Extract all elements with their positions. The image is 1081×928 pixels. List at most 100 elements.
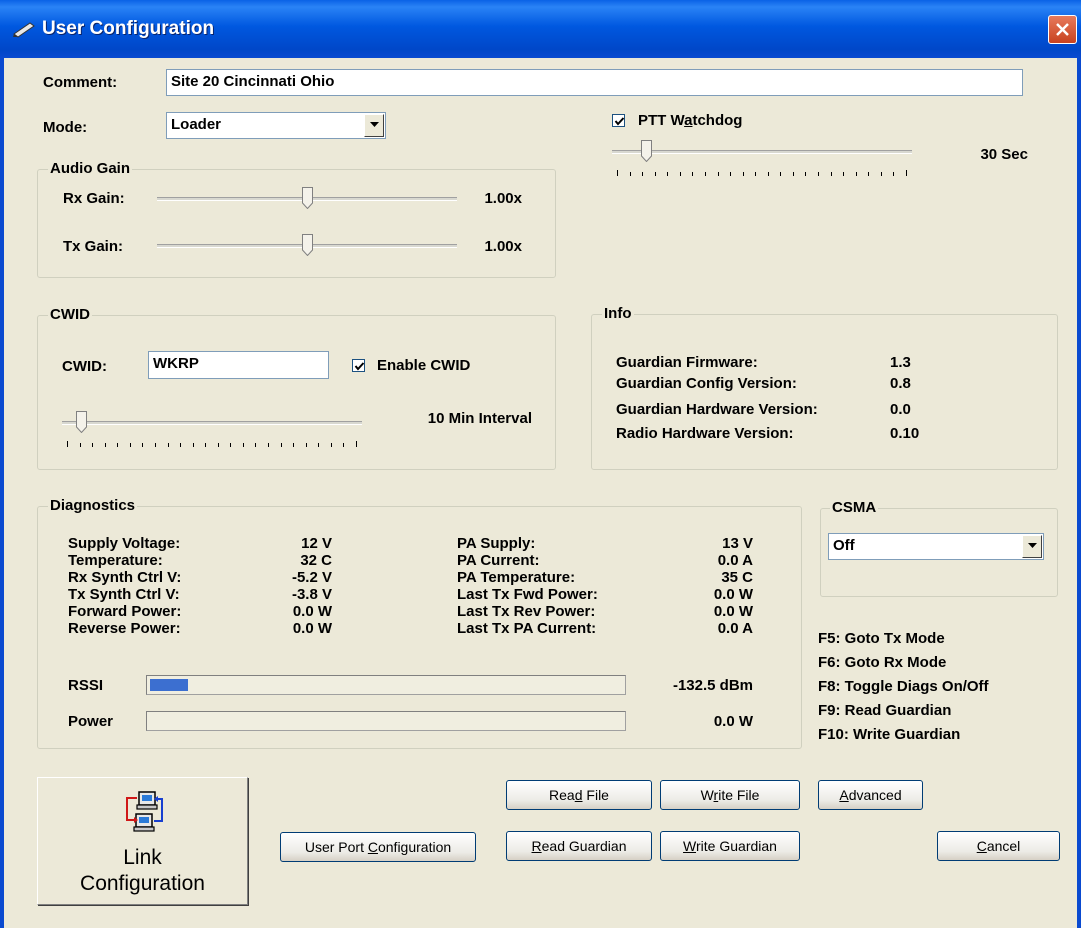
window-title: User Configuration bbox=[42, 18, 215, 39]
diag-value: 0.0 W bbox=[292, 620, 332, 637]
user-port-configuration-button[interactable]: User Port Configuration bbox=[280, 832, 476, 862]
info-title: Info bbox=[602, 305, 634, 322]
diag-value: 13 V bbox=[722, 535, 753, 552]
info-label: Radio Hardware Version: bbox=[616, 425, 794, 442]
diag-value: 32 C bbox=[300, 552, 332, 569]
cwid-interval-track bbox=[62, 421, 362, 425]
diag-value: 0.0 W bbox=[713, 586, 753, 603]
accelerator-key: r bbox=[713, 787, 719, 803]
close-icon bbox=[1056, 23, 1069, 36]
chevron-down-icon bbox=[370, 122, 379, 127]
window-frame-right bbox=[1077, 58, 1081, 928]
hotkey-hint: F10: Write Guardian bbox=[818, 726, 961, 743]
audio-gain-title: Audio Gain bbox=[48, 160, 132, 177]
diag-label: Reverse Power: bbox=[68, 620, 181, 637]
title-bar[interactable]: User Configuration bbox=[0, 0, 1081, 58]
link-button-label-line2: Configuration bbox=[80, 872, 205, 895]
cwid-interval-value: 10 Min Interval bbox=[427, 410, 532, 427]
diag-label: Forward Power: bbox=[68, 603, 182, 620]
rx-gain-value: 1.00x bbox=[484, 190, 522, 207]
diag-value: 0.0 W bbox=[292, 603, 332, 620]
hotkey-hint: F6: Goto Rx Mode bbox=[818, 654, 947, 671]
diag-label: Temperature: bbox=[68, 552, 163, 569]
hotkey-hint: F8: Toggle Diags On/Off bbox=[818, 678, 989, 695]
ptt-watchdog-checkbox[interactable] bbox=[612, 114, 625, 127]
link-button-label-line1: Link bbox=[123, 846, 162, 869]
info-label: Guardian Config Version: bbox=[616, 375, 797, 392]
info-value: 0.10 bbox=[890, 425, 920, 442]
diag-label: Supply Voltage: bbox=[68, 535, 181, 552]
diag-value: -5.2 V bbox=[291, 569, 332, 586]
pencil-icon bbox=[12, 20, 36, 38]
info-label: Guardian Firmware: bbox=[616, 354, 758, 371]
diag-label: PA Supply: bbox=[457, 535, 536, 552]
csma-select[interactable]: Off bbox=[828, 533, 1044, 560]
rssi-label: RSSI bbox=[68, 677, 104, 694]
ptt-watchdog-slider-thumb[interactable] bbox=[640, 140, 652, 163]
csma-select-value: Off bbox=[833, 537, 855, 554]
tx-gain-slider-thumb[interactable] bbox=[301, 234, 313, 257]
diag-value: -3.8 V bbox=[291, 586, 332, 603]
rx-gain-slider-thumb[interactable] bbox=[301, 187, 313, 210]
network-computers-icon bbox=[126, 791, 163, 832]
power-bar bbox=[146, 711, 626, 731]
diag-value: 12 V bbox=[301, 535, 332, 552]
diag-label: Tx Synth Ctrl V: bbox=[68, 586, 180, 603]
advanced-button[interactable]: Advanced bbox=[818, 780, 923, 810]
info-value: 0.0 bbox=[890, 401, 911, 418]
write-file-button[interactable]: Write File bbox=[660, 780, 800, 810]
mode-select-value: Loader bbox=[171, 116, 222, 133]
cwid-interval-ticks bbox=[67, 441, 357, 447]
mode-dropdown-button[interactable] bbox=[364, 114, 384, 137]
checkmark-icon bbox=[614, 117, 625, 126]
accelerator-key: R bbox=[531, 838, 542, 854]
cwid-title: CWID bbox=[48, 306, 92, 323]
cwid-interval-slider-thumb[interactable] bbox=[76, 411, 88, 434]
link-configuration-button[interactable]: Link Configuration bbox=[37, 777, 248, 905]
info-label: Guardian Hardware Version: bbox=[616, 401, 818, 418]
checkmark-icon bbox=[354, 362, 365, 371]
cwid-field[interactable]: WKRP bbox=[148, 351, 329, 379]
write-guardian-button[interactable]: Write Guardian bbox=[660, 831, 800, 861]
diag-label: Last Tx Rev Power: bbox=[457, 603, 596, 620]
cancel-button[interactable]: Cancel bbox=[937, 831, 1060, 861]
accelerator-key: d bbox=[574, 787, 583, 803]
csma-title: CSMA bbox=[830, 499, 879, 516]
read-guardian-button[interactable]: Read Guardian bbox=[506, 831, 652, 861]
accelerator-key: A bbox=[839, 787, 849, 803]
accelerator-key: C bbox=[976, 838, 987, 854]
enable-cwid-checkbox[interactable] bbox=[352, 359, 365, 372]
comment-field[interactable]: Site 20 Cincinnati Ohio bbox=[166, 69, 1023, 96]
hotkey-hint: F5: Goto Tx Mode bbox=[818, 630, 945, 647]
chevron-down-icon bbox=[1028, 543, 1037, 548]
rx-gain-label: Rx Gain: bbox=[63, 190, 125, 207]
close-button[interactable] bbox=[1048, 15, 1077, 44]
read-file-button[interactable]: Read File bbox=[506, 780, 652, 810]
comment-label: Comment: bbox=[43, 74, 118, 91]
user-configuration-window: User Configuration Comment: Site 20 Cinc… bbox=[0, 0, 1081, 928]
window-frame-left bbox=[0, 58, 4, 928]
diag-value: 0.0 W bbox=[713, 603, 753, 620]
diag-label: PA Temperature: bbox=[457, 569, 576, 586]
diag-value: 0.0 A bbox=[717, 620, 753, 637]
hotkey-hint: F9: Read Guardian bbox=[818, 702, 952, 719]
diag-label: Last Tx PA Current: bbox=[457, 620, 597, 637]
ptt-label-post: tchdog bbox=[692, 112, 743, 129]
rssi-bar bbox=[146, 675, 626, 695]
csma-dropdown-button[interactable] bbox=[1022, 535, 1042, 558]
diagnostics-title: Diagnostics bbox=[48, 497, 138, 514]
mode-select[interactable]: Loader bbox=[166, 112, 386, 139]
tx-gain-value: 1.00x bbox=[484, 238, 522, 255]
audio-gain-group bbox=[37, 169, 556, 278]
ptt-watchdog-value: 30 Sec bbox=[980, 146, 1028, 163]
enable-cwid-label: Enable CWID bbox=[377, 357, 471, 374]
diag-label: PA Current: bbox=[457, 552, 540, 569]
info-value: 0.8 bbox=[890, 375, 911, 392]
tx-gain-label: Tx Gain: bbox=[63, 238, 124, 255]
ptt-watchdog-ticks bbox=[617, 170, 907, 176]
accelerator-key: W bbox=[683, 838, 697, 854]
ptt-label-pre: PTT W bbox=[638, 112, 685, 129]
diag-value: 35 C bbox=[721, 569, 753, 586]
ptt-watchdog-label: PTT Watchdog bbox=[638, 112, 742, 129]
accelerator-key: C bbox=[367, 839, 378, 855]
